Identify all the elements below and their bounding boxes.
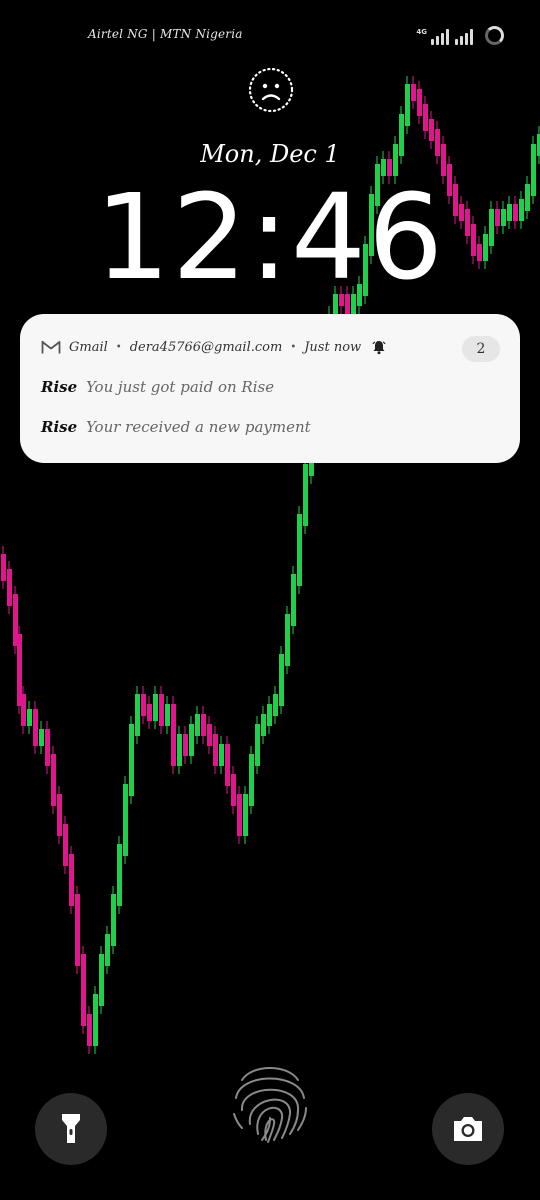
candle-body xyxy=(7,569,12,606)
candle-body xyxy=(63,824,68,866)
notification-item[interactable]: Rise You just got paid on Rise xyxy=(41,378,274,396)
separator-dot: • xyxy=(290,341,297,353)
candle-body xyxy=(423,104,428,131)
candle-body xyxy=(225,744,230,786)
candle-body xyxy=(249,754,254,806)
separator-dot: • xyxy=(115,341,122,353)
flashlight-icon xyxy=(62,1114,80,1143)
candle-body xyxy=(177,734,182,766)
gmail-notification-card[interactable]: Gmail • dera45766@gmail.com • Just now 2… xyxy=(20,314,520,463)
candle-body xyxy=(255,724,260,766)
candle-body xyxy=(213,734,218,766)
notification-header: Gmail • dera45766@gmail.com • Just now xyxy=(41,339,387,355)
candle-body xyxy=(273,694,278,716)
candle-body xyxy=(123,784,128,856)
candle-body xyxy=(267,704,272,726)
battery-icon xyxy=(485,26,504,45)
candle-body xyxy=(411,84,416,101)
candle-body xyxy=(39,729,44,746)
candle-body xyxy=(291,574,296,626)
candle-body xyxy=(57,794,62,836)
notification-message: Your received a new payment xyxy=(85,418,311,436)
camera-button[interactable] xyxy=(432,1093,504,1165)
notification-time: Just now xyxy=(304,339,362,355)
candle-body xyxy=(243,794,248,836)
lock-date: Mon, Dec 1 xyxy=(200,140,340,168)
candle-body xyxy=(1,554,6,581)
candle-body xyxy=(75,894,80,966)
gmail-icon xyxy=(41,341,61,354)
candle-body xyxy=(51,754,56,806)
sad-face-lock-icon[interactable] xyxy=(247,66,295,114)
network-type-label: 4G xyxy=(416,28,427,36)
fingerprint-icon[interactable] xyxy=(228,1058,312,1144)
candle-body xyxy=(207,724,212,746)
notification-sender: Rise xyxy=(41,418,78,436)
candle-body xyxy=(93,994,98,1046)
candle-body xyxy=(417,89,422,116)
carrier-label: Airtel NG | MTN Nigeria xyxy=(88,27,243,41)
signal-icon xyxy=(431,29,449,45)
candle-body xyxy=(111,894,116,946)
candle-body xyxy=(165,704,170,726)
candle-body xyxy=(237,794,242,836)
candle-body xyxy=(231,774,236,806)
candle-body xyxy=(261,714,266,736)
candle-body xyxy=(129,724,134,796)
candle-body xyxy=(141,694,146,716)
notification-item[interactable]: Rise Your received a new payment xyxy=(41,418,311,436)
candle-body xyxy=(81,954,86,1026)
bell-icon xyxy=(372,341,386,355)
status-bar: Airtel NG | MTN Nigeria 4G xyxy=(0,0,540,70)
camera-icon xyxy=(454,1117,482,1141)
candle-body xyxy=(27,709,32,726)
candle-body xyxy=(189,724,194,756)
candle-body xyxy=(105,934,110,966)
candle-body xyxy=(429,119,434,141)
candle-body xyxy=(69,854,74,906)
candle-body xyxy=(117,844,122,906)
candle-body xyxy=(87,1014,92,1046)
candle-body xyxy=(297,514,302,586)
notification-message: You just got paid on Rise xyxy=(85,378,275,396)
candle-body xyxy=(195,714,200,736)
candle-body xyxy=(21,694,26,726)
signal-icon xyxy=(455,29,473,45)
notification-app-name: Gmail xyxy=(69,339,108,355)
notification-sender: Rise xyxy=(41,378,78,396)
notification-count-badge[interactable]: 2 xyxy=(462,336,500,362)
lock-clock: 12:46 xyxy=(94,168,446,306)
candle-body xyxy=(171,704,176,766)
candle-body xyxy=(201,714,206,736)
candle-body xyxy=(33,709,38,746)
status-icons: 4G xyxy=(416,26,504,45)
candle-body xyxy=(153,694,158,721)
candle-body xyxy=(135,694,140,736)
candle-body xyxy=(159,694,164,726)
candle-body xyxy=(147,704,152,721)
candle-body xyxy=(183,734,188,756)
candle-body xyxy=(285,614,290,666)
candle-body xyxy=(45,729,50,766)
candle-body xyxy=(219,744,224,766)
notification-account: dera45766@gmail.com xyxy=(129,339,283,355)
candle-body xyxy=(405,84,410,126)
flashlight-button[interactable] xyxy=(35,1093,107,1165)
candle-body xyxy=(99,954,104,1006)
candle-body xyxy=(303,464,308,526)
candle-body xyxy=(279,654,284,706)
